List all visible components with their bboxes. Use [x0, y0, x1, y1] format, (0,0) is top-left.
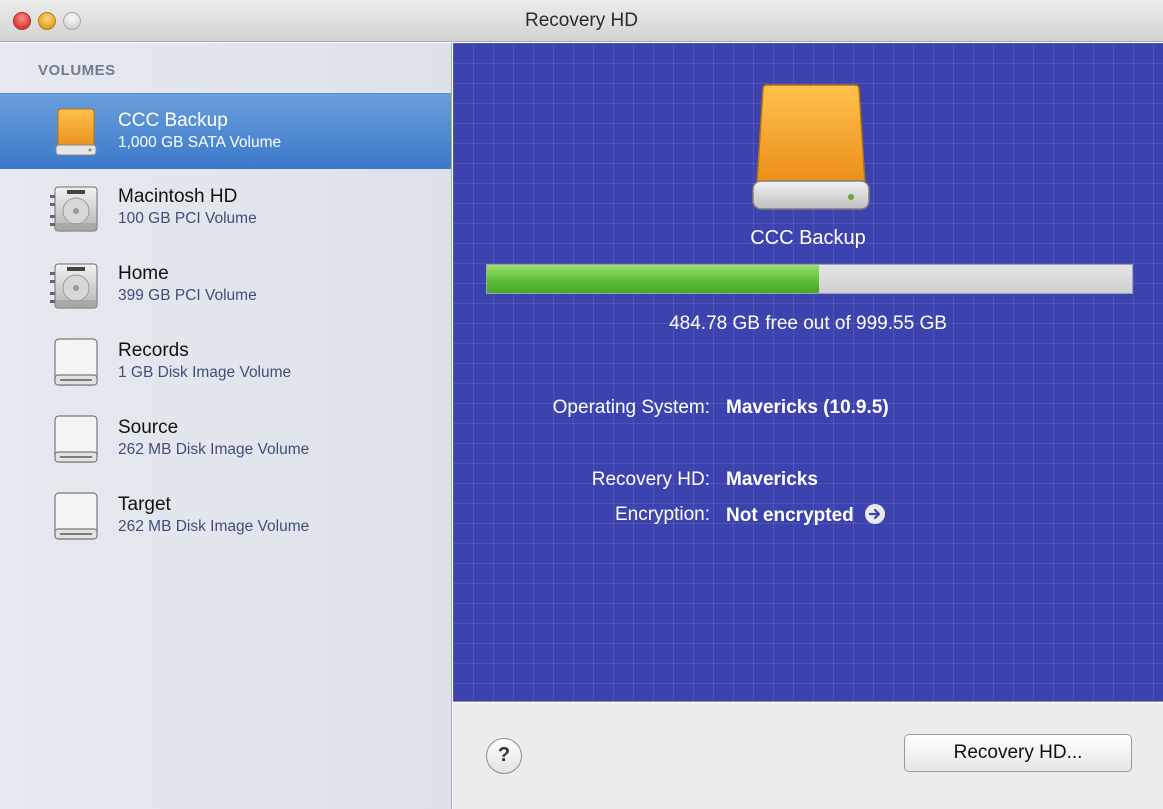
volume-name: CCC Backup [118, 110, 228, 131]
volume-name: Macintosh HD [118, 186, 238, 207]
volume-name: Records [118, 340, 189, 361]
capacity-used-fill [487, 265, 820, 293]
volume-item-ccc-backup[interactable]: CCC Backup 1,000 GB SATA Volume [0, 93, 451, 169]
external-drive-orange-icon [752, 84, 870, 210]
encryption-value: Not encrypted [726, 505, 854, 526]
volume-detail: 1,000 GB SATA Volume [118, 134, 282, 151]
bottom-bar: ? Recovery HD... [453, 703, 1163, 809]
disk-image-volume-icon [54, 415, 98, 463]
recovery-hd-value: Mavericks [726, 469, 818, 490]
volume-name: Source [118, 417, 179, 438]
volume-detail: 100 GB PCI Volume [118, 210, 257, 227]
selected-drive-name: CCC Backup [750, 227, 866, 249]
volume-item-source[interactable]: Source 262 MB Disk Image Volume [0, 401, 451, 477]
sidebar-header: VOLUMES [38, 62, 116, 79]
disk-image-volume-icon [54, 492, 98, 540]
internal-hard-drive-icon [50, 263, 98, 309]
free-space-text: 484.78 GB free out of 999.55 GB [669, 313, 947, 334]
recovery-hd-label: Recovery HD: [591, 469, 710, 490]
volume-item-target[interactable]: Target 262 MB Disk Image Volume [0, 478, 451, 554]
external-drive-orange-icon [55, 108, 97, 156]
volume-detail: 399 GB PCI Volume [118, 287, 257, 304]
volume-details-panel: CCC Backup 484.78 GB free out of 999.55 … [453, 43, 1163, 702]
volume-detail: 262 MB Disk Image Volume [118, 441, 310, 458]
internal-hard-drive-icon [50, 186, 98, 232]
title-bar: Recovery HD [0, 0, 1163, 42]
operating-system-value: Mavericks (10.9.5) [726, 397, 889, 418]
capacity-bar [486, 264, 1133, 294]
window-title: Recovery HD [525, 10, 638, 31]
volume-name: Target [118, 494, 171, 515]
volume-name: Home [118, 263, 169, 284]
volume-detail: 262 MB Disk Image Volume [118, 518, 310, 535]
arrow-right-circle-icon[interactable] [865, 504, 886, 524]
disk-image-volume-icon [54, 338, 98, 386]
encryption-label: Encryption: [614, 504, 710, 525]
operating-system-label: Operating System: [552, 397, 710, 418]
recovery-hd-window: Recovery HD VOLUMES CCC Backup 1,000 GB … [0, 0, 1163, 809]
recovery-hd-button[interactable]: Recovery HD... [904, 734, 1132, 772]
encryption-row: Not encrypted [726, 504, 886, 527]
volumes-sidebar: VOLUMES CCC Backup 1,000 GB SATA Volume [0, 43, 452, 809]
help-button[interactable]: ? [486, 738, 522, 774]
volume-item-home[interactable]: Home 399 GB PCI Volume [0, 247, 451, 323]
volume-detail: 1 GB Disk Image Volume [118, 364, 292, 381]
volume-item-macintosh-hd[interactable]: Macintosh HD 100 GB PCI Volume [0, 170, 451, 246]
volume-item-records[interactable]: Records 1 GB Disk Image Volume [0, 324, 451, 400]
